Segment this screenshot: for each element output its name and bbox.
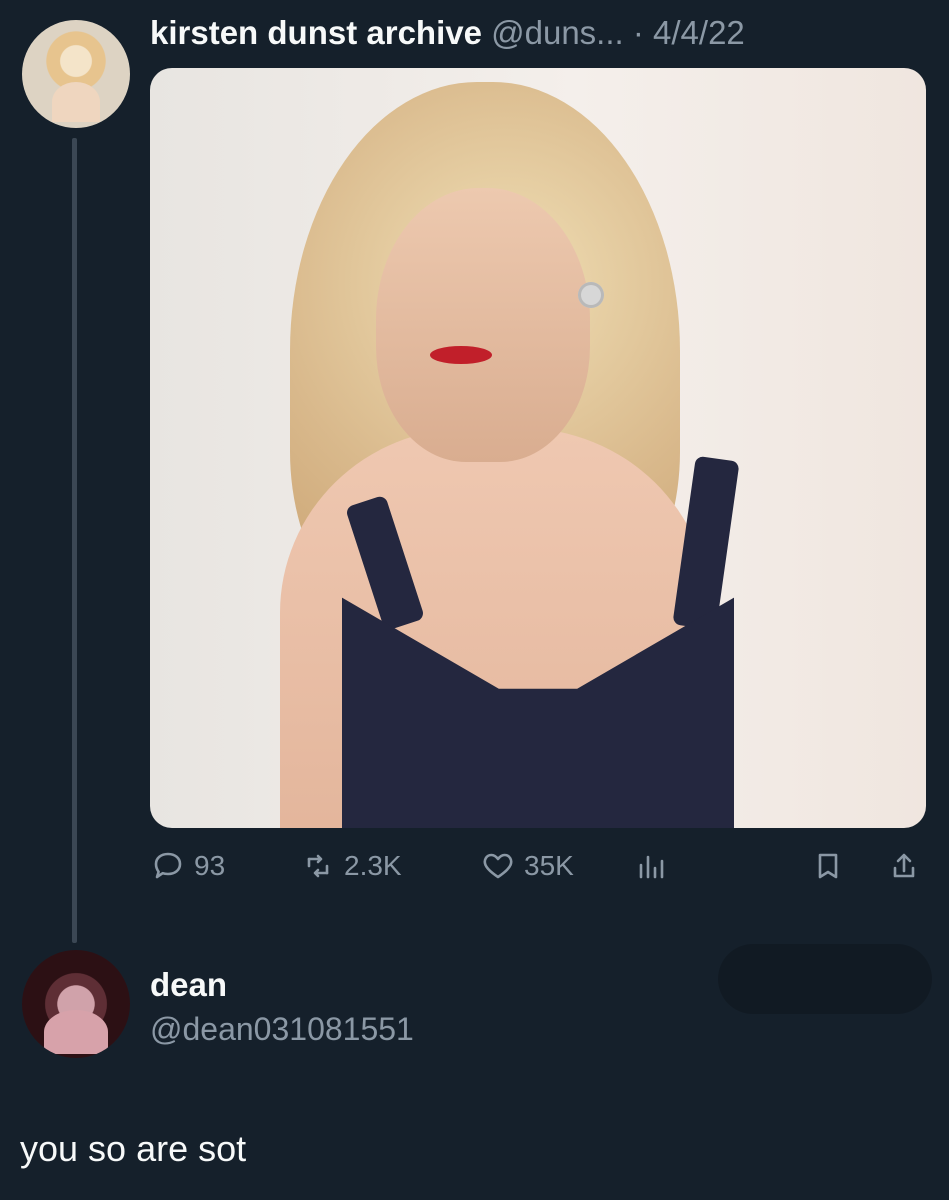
thread-line xyxy=(72,138,77,943)
reply-count: 93 xyxy=(194,850,226,881)
bookmark-icon xyxy=(818,853,838,879)
follow-button-shadow xyxy=(718,944,932,1014)
views-button[interactable] xyxy=(634,848,670,884)
views-icon xyxy=(639,855,664,879)
tweet-timestamp[interactable]: · 4/4/22 xyxy=(633,14,745,51)
tweet-handle[interactable]: @duns... xyxy=(491,14,624,51)
bookmark-button[interactable] xyxy=(810,848,846,884)
share-icon xyxy=(893,853,915,878)
like-button[interactable]: 35K xyxy=(480,848,574,884)
like-count: 35K xyxy=(524,850,574,881)
tweet-author-avatar[interactable] xyxy=(22,20,130,128)
reply-handle[interactable]: @dean031081551 xyxy=(150,1011,414,1048)
reply-author-avatar[interactable] xyxy=(22,950,130,1058)
retweet-count: 2.3K xyxy=(344,850,402,881)
tweet-actions: 93 2.3K 35K xyxy=(150,848,926,896)
retweet-button[interactable]: 2.3K xyxy=(300,848,402,884)
reply-text: you so are sot xyxy=(20,1128,247,1169)
photo-lips-shape xyxy=(430,346,492,364)
reply-display-name[interactable]: dean xyxy=(150,966,227,1004)
photo-face-shape xyxy=(376,188,590,462)
heart-icon xyxy=(483,853,513,879)
reply-button[interactable]: 93 xyxy=(150,848,225,884)
tweet-header: kirsten dunst archive @duns... · 4/4/22 xyxy=(150,14,745,52)
tweet-display-name[interactable]: kirsten dunst archive xyxy=(150,14,482,51)
retweet-icon xyxy=(307,854,329,878)
photo-earring-shape xyxy=(578,282,604,308)
comment-icon xyxy=(154,852,182,879)
tweet-photo[interactable] xyxy=(150,68,926,828)
share-button[interactable] xyxy=(886,848,922,884)
